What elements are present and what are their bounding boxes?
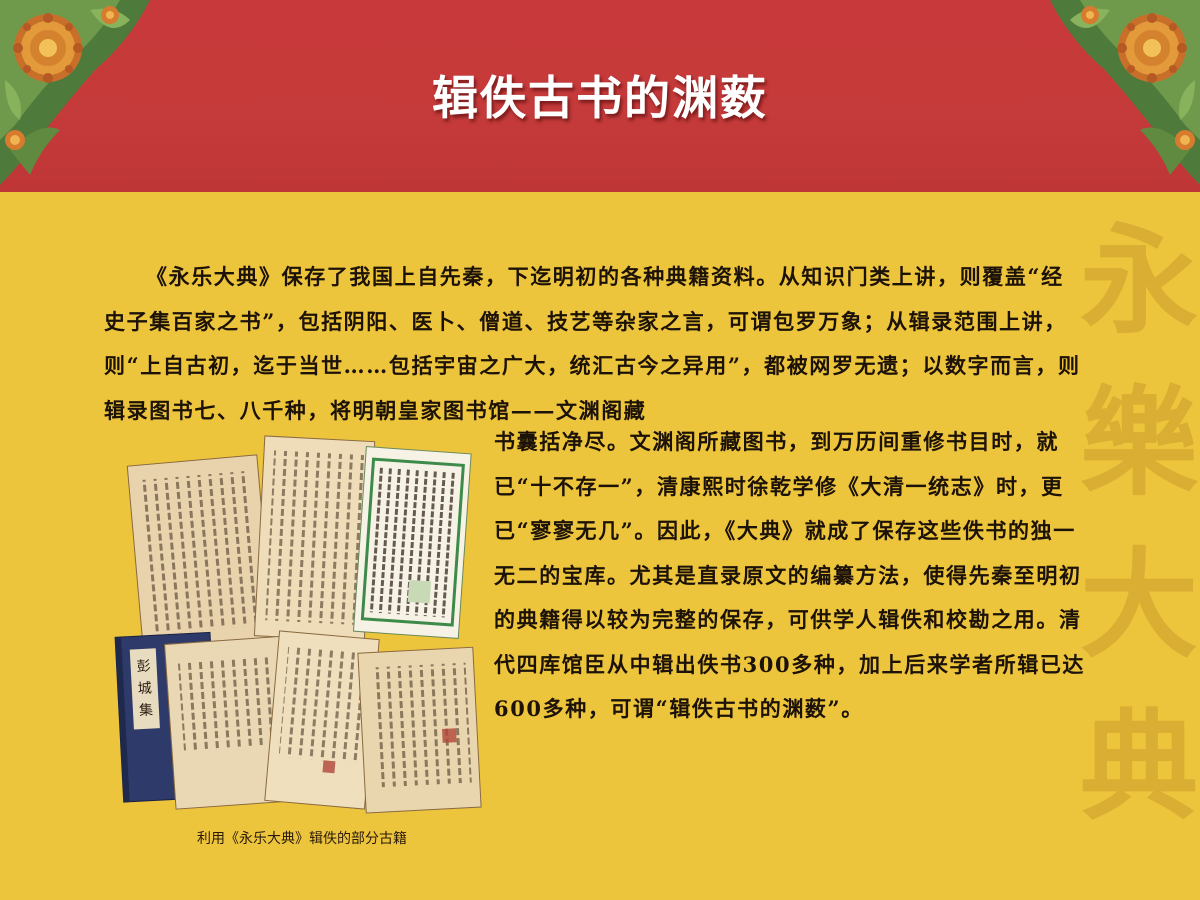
article-paragraph-right: 书囊括净尽。文渊阁所藏图书，到万历间重修书目时，就已“十不存一”，清康熙时徐乾学…: [494, 429, 1086, 721]
header-banner: 辑佚古书的渊薮: [0, 0, 1200, 192]
book-title-char: 集: [139, 701, 154, 719]
ancient-books-photo: 彭 城 集: [114, 435, 482, 814]
page-title: 辑佚古书的渊薮: [432, 71, 768, 125]
watermark-char: 永: [1080, 211, 1199, 350]
watermark-char: 典: [1080, 697, 1199, 836]
book-open-left: [126, 454, 274, 652]
article-paragraph-top: 《永乐大典》保存了我国上自先秦，下迄明初的各种典籍资料。从知识门类上讲，则覆盖“…: [104, 264, 1081, 423]
book-title-char: 城: [137, 680, 152, 697]
book-lower-3: [357, 646, 482, 814]
watermark-char: 大: [1080, 535, 1199, 674]
figure-caption: 利用《永乐大典》辑佚的部分古籍: [197, 831, 407, 847]
calligraphy-watermark: 永 樂 大 典: [1080, 200, 1199, 890]
book-title-char: 彭: [136, 659, 151, 676]
watermark-char: 樂: [1080, 373, 1199, 512]
book-green-page: [352, 446, 472, 639]
